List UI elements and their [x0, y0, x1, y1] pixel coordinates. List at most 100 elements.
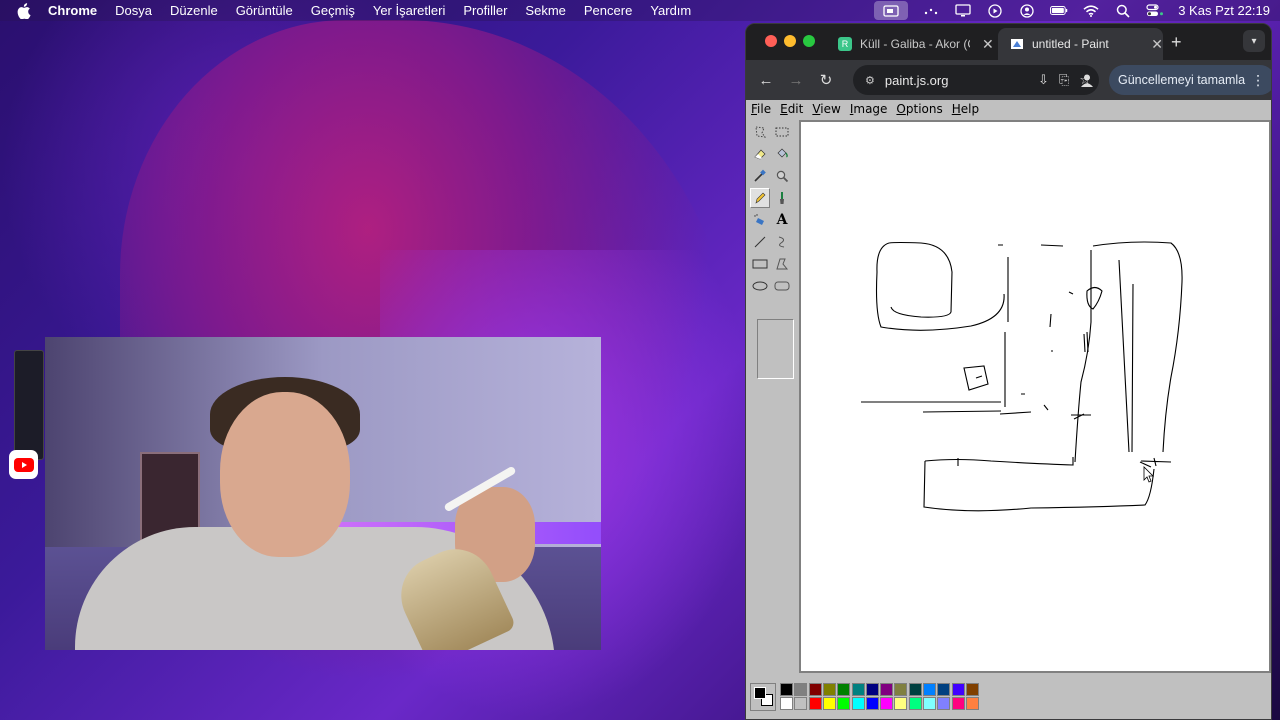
menu-item-edit[interactable]: Düzenle — [170, 3, 218, 18]
palette-swatch[interactable] — [937, 697, 951, 710]
display-icon[interactable] — [954, 4, 972, 18]
search-icon[interactable] — [1114, 4, 1132, 18]
ellipse-icon[interactable] — [750, 276, 770, 296]
line-icon[interactable] — [750, 232, 770, 252]
pencil-icon[interactable] — [750, 188, 770, 208]
tab-search-icon[interactable]: ▾ — [1243, 30, 1265, 52]
palette-swatch[interactable] — [808, 697, 822, 710]
profile-icon[interactable] — [1079, 72, 1095, 88]
clock[interactable]: 3 Kas Pzt 22:19 — [1178, 3, 1270, 18]
reload-icon[interactable]: ↻ — [816, 71, 836, 89]
user-icon[interactable] — [1018, 3, 1036, 18]
paint-menu-options[interactable]: Options — [896, 102, 942, 116]
paint-menu-image[interactable]: Image — [850, 102, 888, 116]
control-center-dots-icon[interactable] — [922, 4, 940, 18]
tab-title: Küll - Galiba - Akor (G — [860, 37, 970, 51]
forward-icon[interactable]: → — [786, 72, 806, 89]
palette-swatch[interactable] — [894, 697, 908, 710]
polygon-icon[interactable] — [772, 254, 792, 274]
palette-swatch[interactable] — [794, 697, 808, 710]
youtube-icon[interactable] — [9, 450, 38, 479]
palette-swatch[interactable] — [851, 697, 865, 710]
update-button[interactable]: Güncellemeyi tamamla ⋮ — [1109, 65, 1271, 95]
text-tool-icon[interactable]: A — [772, 210, 792, 230]
palette-swatch[interactable] — [965, 697, 979, 710]
palette-swatch[interactable] — [851, 683, 865, 696]
tool-options-box[interactable] — [757, 319, 794, 379]
curve-icon[interactable] — [772, 232, 792, 252]
fill-bucket-icon[interactable] — [772, 144, 792, 164]
menu-item-profiles[interactable]: Profiller — [463, 3, 507, 18]
palette-swatch[interactable] — [837, 697, 851, 710]
menu-item-file[interactable]: Dosya — [115, 3, 152, 18]
tab-kull-galiba[interactable]: R Küll - Galiba - Akor (G ✕ — [826, 28, 996, 60]
menu-item-history[interactable]: Geçmiş — [311, 3, 355, 18]
more-menu-icon[interactable]: ⋮ — [1251, 72, 1265, 89]
palette-swatch[interactable] — [880, 683, 894, 696]
close-tab-icon[interactable]: ✕ — [1151, 36, 1163, 53]
paint-menu-file[interactable]: File — [751, 102, 771, 116]
menu-app-name[interactable]: Chrome — [48, 3, 97, 18]
palette-swatch[interactable] — [951, 697, 965, 710]
control-center-icon[interactable] — [1146, 4, 1164, 18]
palette-swatch[interactable] — [880, 697, 894, 710]
back-icon[interactable]: ← — [756, 72, 776, 89]
rounded-rectangle-icon[interactable] — [772, 276, 792, 296]
paint-menu-edit[interactable]: Edit — [780, 102, 803, 116]
rectangle-icon[interactable] — [750, 254, 770, 274]
tab-untitled-paint[interactable]: untitled - Paint ✕ — [998, 28, 1163, 60]
menu-item-help[interactable]: Yardım — [650, 3, 691, 18]
drawing-canvas[interactable] — [801, 122, 1269, 671]
translate-icon[interactable]: ⎘ — [1059, 72, 1069, 88]
palette-swatch[interactable] — [923, 697, 936, 710]
palette-swatch[interactable] — [894, 683, 908, 696]
eraser-icon[interactable] — [750, 144, 770, 164]
palette-swatch[interactable] — [822, 697, 836, 710]
canvas-area — [799, 120, 1271, 673]
magnifier-icon[interactable] — [772, 166, 792, 186]
palette-swatch[interactable] — [965, 683, 979, 696]
palette-swatch[interactable] — [865, 683, 879, 696]
paint-menu-view[interactable]: View — [812, 102, 840, 116]
palette-swatch[interactable] — [780, 683, 793, 696]
menu-item-view[interactable]: Görüntüle — [236, 3, 293, 18]
palette-swatch[interactable] — [837, 683, 851, 696]
brush-icon[interactable] — [772, 188, 792, 208]
palette-swatch[interactable] — [951, 683, 965, 696]
screen-share-icon[interactable] — [874, 1, 909, 20]
close-window-button[interactable] — [765, 35, 777, 47]
palette-swatch[interactable] — [923, 683, 936, 696]
window-thumbnail[interactable] — [14, 350, 44, 460]
paint-menu-help[interactable]: Help — [952, 102, 979, 116]
current-colors[interactable] — [750, 683, 776, 711]
menu-item-window[interactable]: Pencere — [584, 3, 632, 18]
palette-swatch[interactable] — [908, 683, 922, 696]
palette-swatch[interactable] — [780, 697, 793, 710]
free-select-icon[interactable] — [750, 122, 770, 142]
airbrush-icon[interactable] — [750, 210, 770, 230]
menu-item-bookmarks[interactable]: Yer İşaretleri — [373, 3, 446, 18]
palette-swatch[interactable] — [937, 683, 951, 696]
close-tab-icon[interactable]: ✕ — [982, 36, 994, 53]
palette-swatch[interactable] — [794, 683, 808, 696]
play-icon[interactable] — [986, 3, 1004, 18]
color-picker-icon[interactable] — [750, 166, 770, 186]
rect-select-icon[interactable] — [772, 122, 792, 142]
url-text[interactable]: paint.js.org — [885, 73, 949, 88]
battery-icon[interactable] — [1050, 4, 1068, 18]
site-settings-icon[interactable]: ⚙ — [865, 74, 875, 87]
palette-swatch[interactable] — [808, 683, 822, 696]
apple-icon[interactable] — [17, 2, 33, 19]
webcam-video — [45, 337, 601, 650]
zoom-window-button[interactable] — [803, 35, 815, 47]
wifi-icon[interactable] — [1082, 4, 1100, 18]
menu-item-tab[interactable]: Sekme — [525, 3, 565, 18]
palette-swatch[interactable] — [908, 697, 922, 710]
address-bar[interactable]: ⚙ paint.js.org ⇩ ⎘ ☆ — [853, 65, 1099, 95]
foreground-color[interactable] — [754, 687, 766, 699]
install-app-icon[interactable]: ⇩ — [1038, 72, 1049, 88]
minimize-window-button[interactable] — [784, 35, 796, 47]
palette-swatch[interactable] — [865, 697, 879, 710]
palette-swatch[interactable] — [822, 683, 836, 696]
new-tab-icon[interactable]: + — [1171, 32, 1182, 53]
